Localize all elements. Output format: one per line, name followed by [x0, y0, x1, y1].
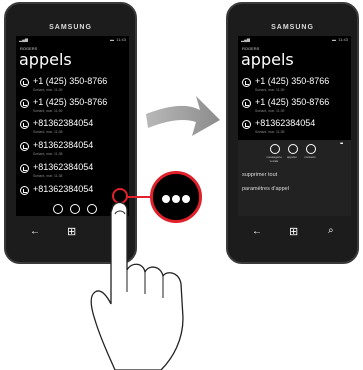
phone-icon: [20, 186, 29, 195]
call-number: +81362384054: [33, 162, 94, 172]
signal-icon: ▂▄▆: [19, 37, 28, 42]
search-icon[interactable]: ⌕: [328, 225, 334, 236]
voicemail-icon[interactable]: [53, 204, 63, 214]
call-detail: Sortant, mar. 11:38: [255, 130, 285, 134]
battery-icon: ▬: [110, 37, 114, 42]
menu-clear-all[interactable]: supprimer tout: [242, 172, 277, 178]
status-bar: ▂▄▆ ▬ 11:43: [19, 37, 126, 43]
phone-icon: [20, 164, 29, 173]
status-bar: ▂▄▆ ▬ 11:43: [241, 37, 348, 43]
windows-start-icon[interactable]: ⊞: [289, 225, 298, 238]
call-row[interactable]: +1 (425) 350-8766 Sortant, mar. 11:39: [242, 97, 347, 117]
contacts-label: contacts: [304, 155, 316, 159]
call-number: +1 (425) 350-8766: [33, 76, 108, 86]
call-number: +81362384054: [33, 140, 94, 150]
back-icon[interactable]: ←: [252, 226, 262, 237]
battery-icon: ▬: [332, 37, 336, 42]
call-number: +81362384054: [255, 118, 316, 128]
call-row[interactable]: +81362384054 Sortant, mar. 11:38: [20, 162, 125, 182]
dial-icon[interactable]: [70, 204, 80, 214]
brand-logo: SAMSUNG: [49, 24, 92, 31]
more-icon[interactable]: •••: [340, 141, 343, 147]
dial-icon[interactable]: [288, 144, 298, 154]
call-detail: Sortant, mar. 11:39: [33, 88, 63, 92]
screen-right: ▂▄▆ ▬ 11:43 ROGERS appels +1 (425) 350-8…: [238, 36, 351, 216]
call-row[interactable]: +1 (425) 350-8766 Sortant, mar. 11:39: [20, 97, 125, 117]
voicemail-icon[interactable]: [270, 144, 280, 154]
phone-icon: [20, 120, 29, 129]
callout-line: [127, 196, 152, 198]
contacts-icon[interactable]: [306, 144, 316, 154]
call-detail: Sortant, mar. 11:39: [255, 88, 285, 92]
call-row[interactable]: +81362384054 Sortant, mar. 11:38: [20, 140, 125, 160]
signal-icon: ▂▄▆: [241, 37, 250, 42]
expanded-app-bar: ••• messagerie vocale appeler contacts s…: [238, 140, 351, 216]
phone-icon: [20, 99, 29, 108]
status-time: 11:43: [116, 37, 126, 42]
phone-icon: [242, 99, 251, 108]
call-detail: Sortant, mar. 11:39: [33, 109, 63, 113]
call-row[interactable]: +1 (425) 350-8766 Sortant, mar. 11:39: [242, 76, 347, 96]
phone-icon: [242, 120, 251, 129]
call-number: +1 (425) 350-8766: [33, 97, 108, 107]
brand-logo: SAMSUNG: [271, 24, 314, 31]
call-row[interactable]: +81362384054 Sortant, mar. 11:38: [20, 118, 125, 138]
phone-icon: [20, 78, 29, 87]
voicemail-label: messagerie vocale: [266, 155, 282, 163]
call-detail: Sortant, mar. 11:38: [33, 174, 63, 178]
screen-left: ▂▄▆ ▬ 11:43 ROGERS appels +1 (425) 350-8…: [16, 36, 129, 216]
call-number: +1 (425) 350-8766: [255, 76, 330, 86]
phone-icon: [20, 142, 29, 151]
call-detail: Sortant, mar. 11:39: [255, 109, 285, 113]
status-time: 11:43: [338, 37, 348, 42]
call-detail: Sortant, mar. 11:38: [33, 152, 63, 156]
page-title: appels: [19, 50, 72, 69]
arrow-icon: [146, 96, 220, 136]
call-number: +81362384054: [33, 184, 94, 194]
windows-start-icon[interactable]: ⊞: [67, 225, 76, 238]
dial-label: appeler: [286, 155, 297, 159]
call-number: +81362384054: [33, 118, 94, 128]
phone-right: SAMSUNG ▂▄▆ ▬ 11:43 ROGERS appels +1 (42…: [226, 2, 359, 264]
call-row[interactable]: +1 (425) 350-8766 Sortant, mar. 11:39: [20, 76, 125, 96]
phone-icon: [242, 78, 251, 87]
page-title: appels: [241, 50, 294, 69]
call-number: +1 (425) 350-8766: [255, 97, 330, 107]
call-detail: Sortant, mar. 11:38: [33, 130, 63, 134]
call-row[interactable]: +81362384054 Sortant, mar. 11:38: [242, 118, 347, 138]
menu-call-settings[interactable]: paramètres d'appel: [242, 186, 289, 192]
finger-icon: [90, 201, 184, 370]
back-icon[interactable]: ←: [30, 226, 40, 237]
